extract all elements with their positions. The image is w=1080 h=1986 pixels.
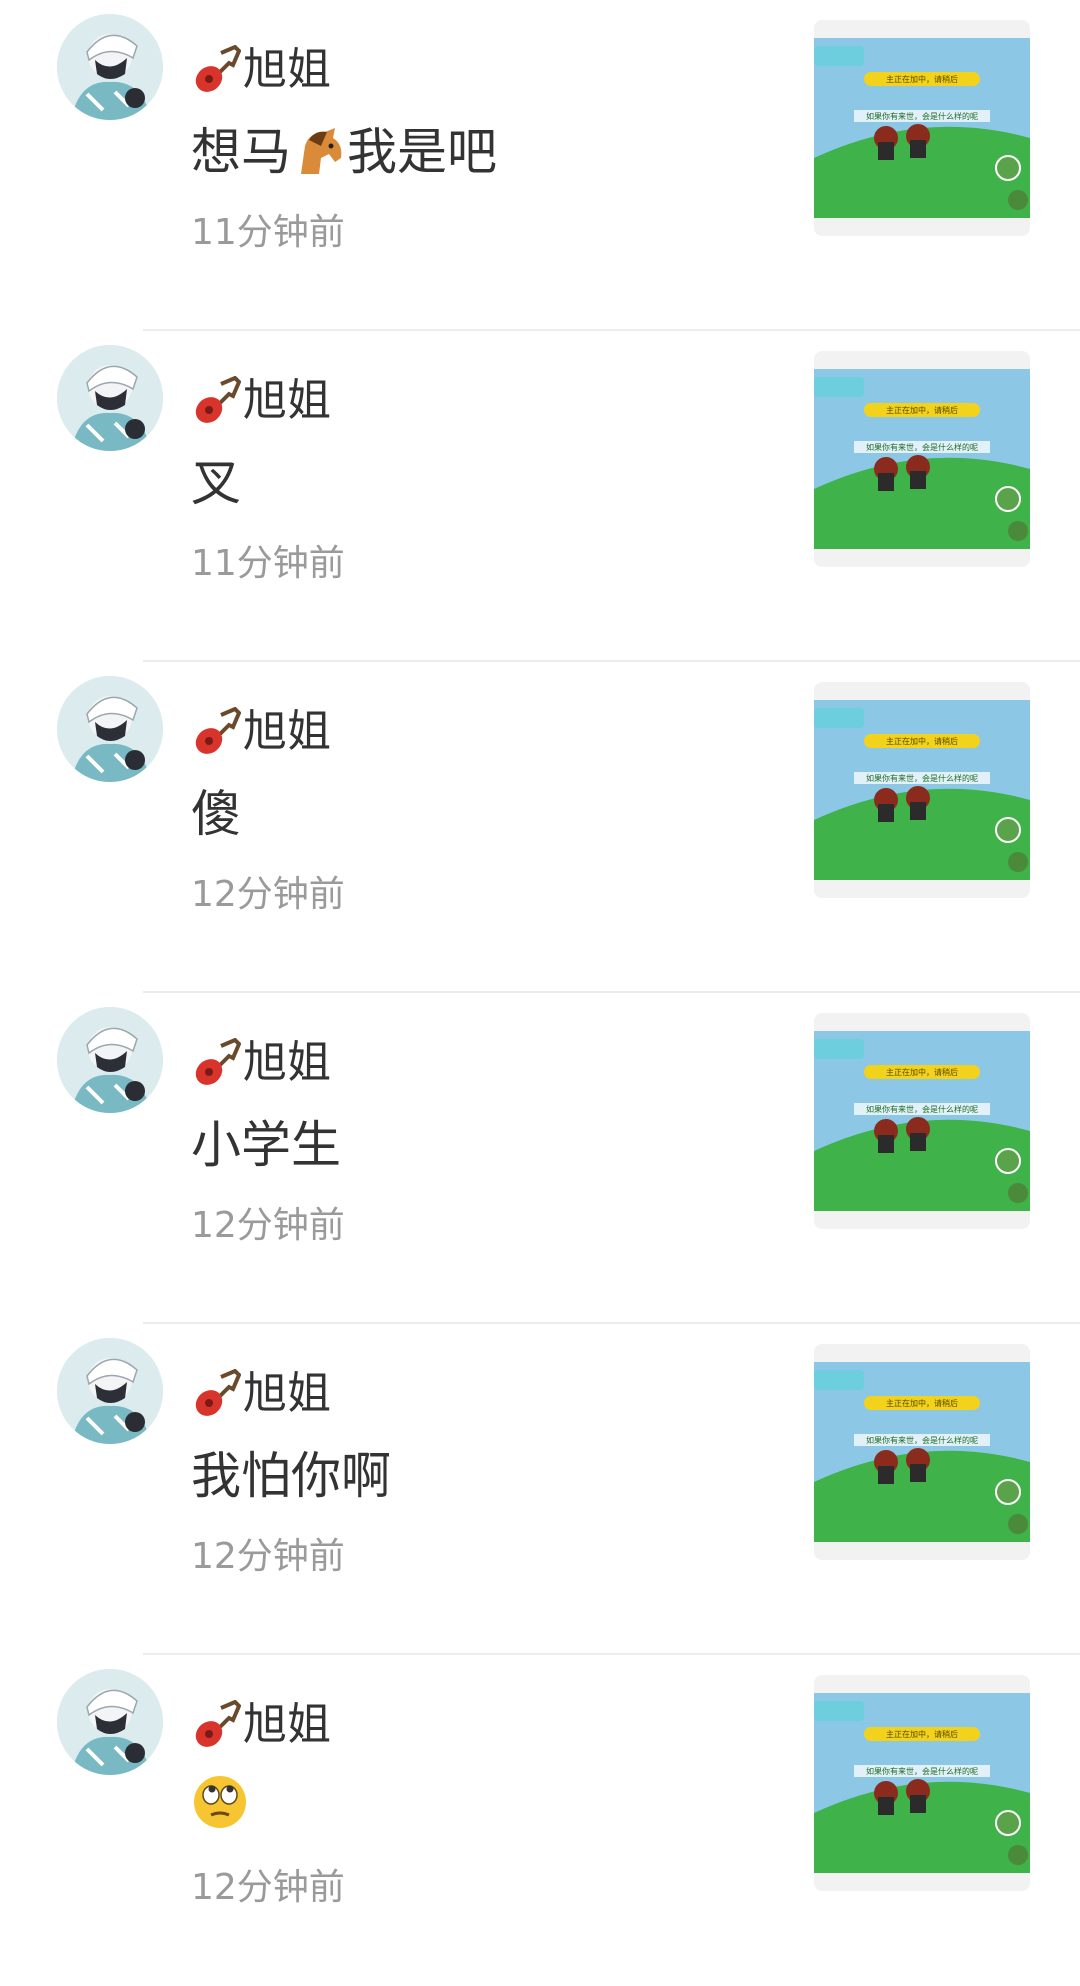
guitar-icon [195, 376, 241, 423]
game-screenshot-image: 主正在加中，请稍后 如果你有来世，会是什么样的呢 [814, 369, 1030, 549]
sender-row: 旭姐 [191, 371, 331, 431]
list-item[interactable]: 旭姐 小学生 12分钟前 主正在加中，请稍后 如果你有来世，会是什么样的呢 [57, 993, 1080, 1324]
comment-text: 我怕你啊 [191, 1442, 391, 1510]
horse-emoji-icon [301, 128, 342, 174]
thumbnail-caption-text: 如果你有来世，会是什么样的呢 [866, 773, 978, 783]
video-thumbnail[interactable]: 主正在加中，请稍后 如果你有来世，会是什么样的呢 [814, 1675, 1030, 1891]
thumbnail-caption-text: 如果你有来世，会是什么样的呢 [866, 442, 978, 452]
avatar[interactable] [57, 1669, 163, 1775]
game-screenshot-image: 主正在加中，请稍后 如果你有来世，会是什么样的呢 [814, 38, 1030, 218]
comment-text-part: 小学生 [191, 1116, 341, 1174]
list-item[interactable]: 旭姐 叉 11分钟前 主正在加中，请稍后 如果你有来世，会是什么样的呢 [57, 331, 1080, 662]
sender-name[interactable]: 旭姐 [243, 371, 331, 431]
timestamp: 12分钟前 [191, 1536, 345, 1577]
avatar-image [57, 1338, 163, 1444]
timestamp: 11分钟前 [191, 212, 345, 253]
thumbnail-caption-text: 如果你有来世，会是什么样的呢 [866, 1104, 978, 1114]
comment-text: 想马 我是吧 [191, 118, 497, 186]
comment-text-part: 我是吧 [347, 123, 497, 181]
sender-row: 旭姐 [191, 1033, 331, 1093]
guitar-icon [195, 1369, 241, 1416]
thumbnail-caption-text: 如果你有来世，会是什么样的呢 [866, 111, 978, 121]
list-item[interactable]: 旭姐 想马 我是吧 11分钟前 主正在加中，请稍后 如果你有来世，会是什么样的呢 [57, 0, 1080, 331]
face-with-rolling-eyes-icon [194, 1776, 246, 1828]
timestamp: 12分钟前 [191, 1867, 345, 1908]
avatar[interactable] [57, 1338, 163, 1444]
video-thumbnail[interactable]: 主正在加中，请稍后 如果你有来世，会是什么样的呢 [814, 1344, 1030, 1560]
video-thumbnail[interactable]: 主正在加中，请稍后 如果你有来世，会是什么样的呢 [814, 1013, 1030, 1229]
video-thumbnail[interactable]: 主正在加中，请稍后 如果你有来世，会是什么样的呢 [814, 20, 1030, 236]
video-thumbnail[interactable]: 主正在加中，请稍后 如果你有来世，会是什么样的呢 [814, 682, 1030, 898]
thumbnail-banner-text: 主正在加中，请稍后 [886, 1067, 958, 1077]
sender-name[interactable]: 旭姐 [243, 1695, 331, 1755]
guitar-icon [195, 707, 241, 754]
sender-name[interactable]: 旭姐 [243, 40, 331, 100]
thumbnail-caption-text: 如果你有来世，会是什么样的呢 [866, 1435, 978, 1445]
thumbnail-banner-text: 主正在加中，请稍后 [886, 1398, 958, 1408]
comment-text-part: 想马 [191, 123, 291, 181]
avatar[interactable] [57, 14, 163, 120]
sender-row: 旭姐 [191, 1695, 331, 1755]
avatar-image [57, 1669, 163, 1775]
thumbnail-banner-text: 主正在加中，请稍后 [886, 736, 958, 746]
comment-text: 小学生 [191, 1111, 341, 1179]
game-screenshot-image: 主正在加中，请稍后 如果你有来世，会是什么样的呢 [814, 1031, 1030, 1211]
comment-text-part: 傻 [191, 785, 241, 843]
comment-text [191, 1773, 249, 1831]
sender-row: 旭姐 [191, 40, 331, 100]
avatar-image [57, 676, 163, 782]
thumbnail-banner-text: 主正在加中，请稍后 [886, 405, 958, 415]
guitar-icon [195, 45, 241, 92]
game-screenshot-image: 主正在加中，请稍后 如果你有来世，会是什么样的呢 [814, 1693, 1030, 1873]
avatar-image [57, 345, 163, 451]
guitar-icon [195, 1038, 241, 1085]
game-screenshot-image: 主正在加中，请稍后 如果你有来世，会是什么样的呢 [814, 700, 1030, 880]
video-thumbnail[interactable]: 主正在加中，请稍后 如果你有来世，会是什么样的呢 [814, 351, 1030, 567]
sender-name[interactable]: 旭姐 [243, 702, 331, 762]
sender-row: 旭姐 [191, 1364, 331, 1424]
game-screenshot-image: 主正在加中，请稍后 如果你有来世，会是什么样的呢 [814, 1362, 1030, 1542]
list-item[interactable]: 旭姐 傻 12分钟前 主正在加中，请稍后 如果你有来世，会是什么样的呢 [57, 662, 1080, 993]
list-item[interactable]: 旭姐 12分钟前 主正在加中，请稍后 如果你有来世，会是什么样的呢 [57, 1655, 1080, 1986]
avatar-image [57, 14, 163, 120]
sender-name[interactable]: 旭姐 [243, 1364, 331, 1424]
avatar[interactable] [57, 345, 163, 451]
avatar-image [57, 1007, 163, 1113]
sender-row: 旭姐 [191, 702, 331, 762]
timestamp: 12分钟前 [191, 874, 345, 915]
thumbnail-banner-text: 主正在加中，请稍后 [886, 1729, 958, 1739]
avatar[interactable] [57, 1007, 163, 1113]
guitar-icon [195, 1700, 241, 1747]
list-item[interactable]: 旭姐 我怕你啊 12分钟前 主正在加中，请稍后 如果你有来世，会是什么样的呢 [57, 1324, 1080, 1655]
comment-text: 叉 [191, 449, 241, 517]
thumbnail-caption-text: 如果你有来世，会是什么样的呢 [866, 1766, 978, 1776]
message-list: 旭姐 想马 我是吧 11分钟前 主正在加中，请稍后 如果你有来世，会是什么样的呢 [0, 0, 1080, 1986]
avatar[interactable] [57, 676, 163, 782]
sender-name[interactable]: 旭姐 [243, 1033, 331, 1093]
timestamp: 12分钟前 [191, 1205, 345, 1246]
thumbnail-banner-text: 主正在加中，请稍后 [886, 74, 958, 84]
timestamp: 11分钟前 [191, 543, 345, 584]
comment-text-part: 我怕你啊 [191, 1447, 391, 1505]
comment-text-part: 叉 [191, 454, 241, 512]
comment-text: 傻 [191, 780, 241, 848]
